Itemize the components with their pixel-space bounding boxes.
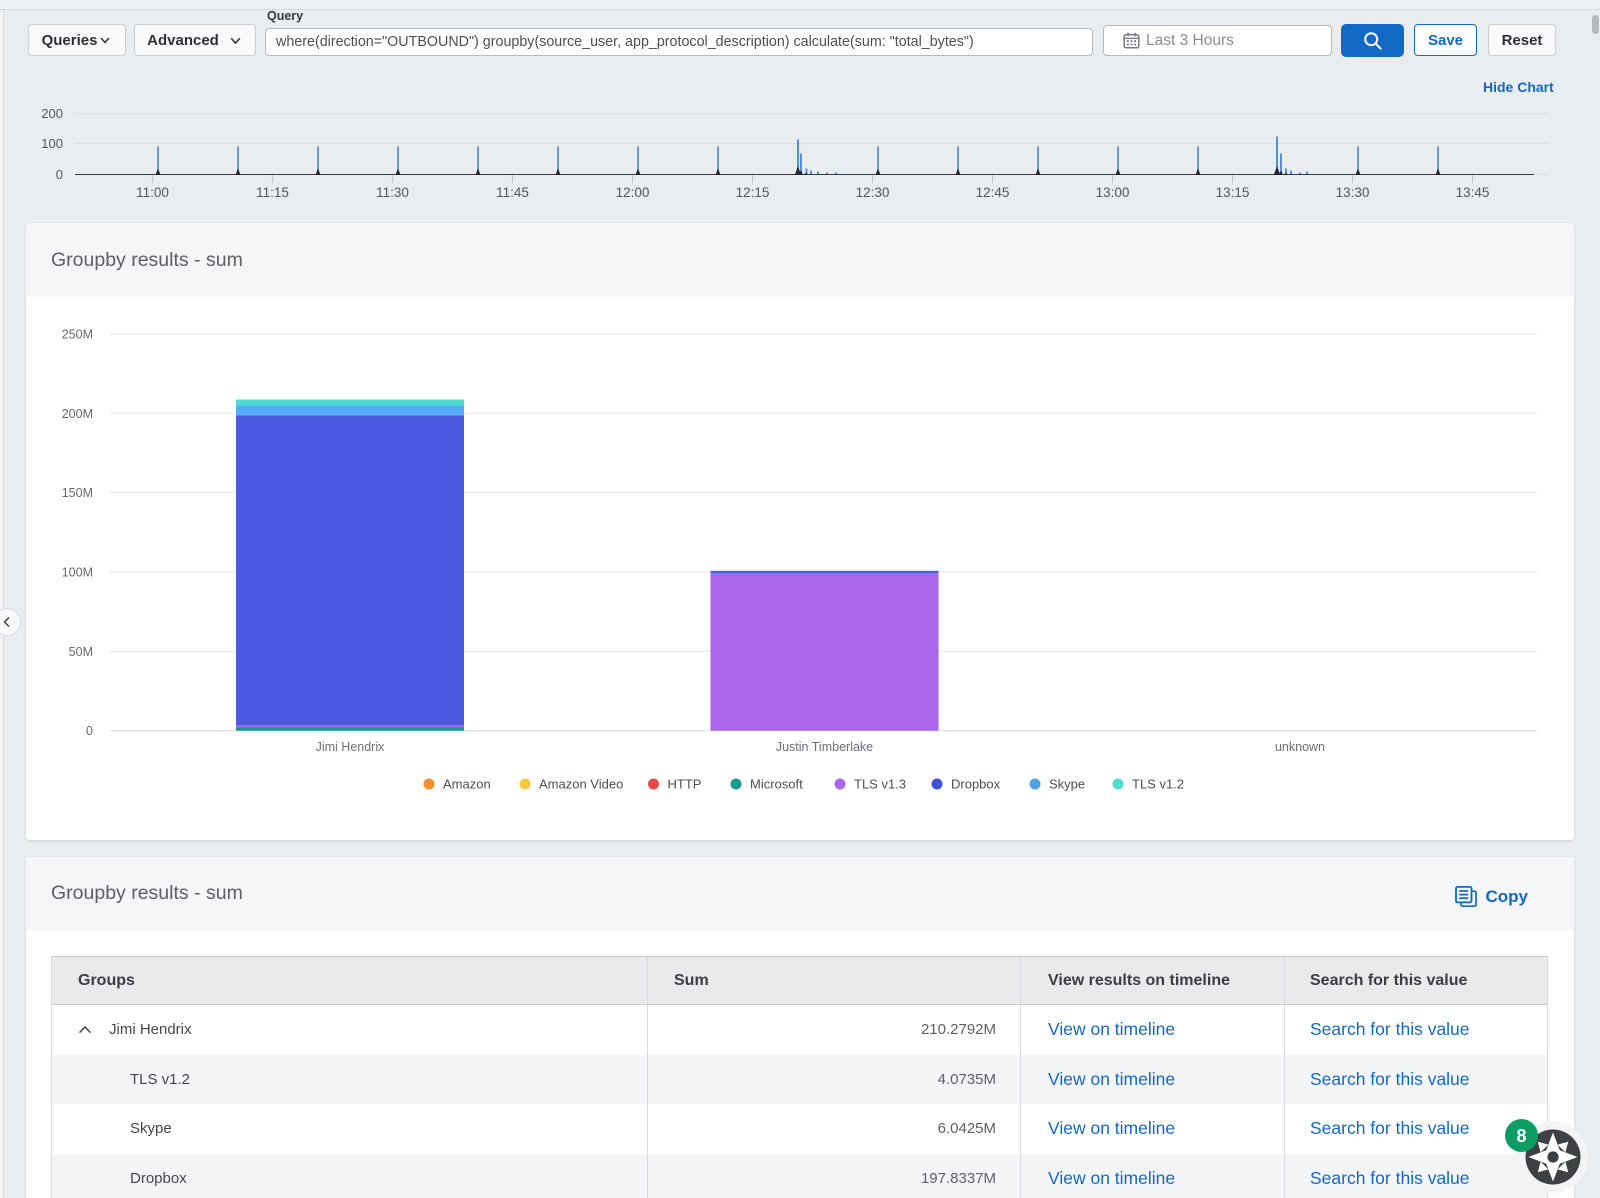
svg-text:13:30: 13:30 (1336, 185, 1370, 200)
svg-text:150M: 150M (62, 486, 93, 500)
svg-text:Microsoft: Microsoft (750, 777, 803, 792)
svg-text:100: 100 (41, 136, 63, 151)
svg-text:Justin Timberlake: Justin Timberlake (776, 740, 873, 754)
svg-text:8: 8 (1516, 1126, 1526, 1146)
svg-text:0: 0 (86, 724, 93, 738)
svg-text:TLS v1.3: TLS v1.3 (854, 777, 906, 792)
svg-text:250M: 250M (62, 328, 93, 342)
svg-text:0: 0 (56, 167, 63, 182)
svg-text:TLS v1.2: TLS v1.2 (1132, 777, 1184, 792)
svg-text:Dropbox: Dropbox (951, 777, 1001, 792)
svg-text:12:45: 12:45 (976, 185, 1010, 200)
svg-text:12:15: 12:15 (736, 185, 770, 200)
svg-text:Amazon: Amazon (443, 777, 491, 792)
svg-text:11:30: 11:30 (376, 185, 409, 200)
svg-text:Jimi Hendrix: Jimi Hendrix (316, 740, 386, 754)
svg-text:Amazon Video: Amazon Video (539, 777, 623, 792)
svg-text:13:45: 13:45 (1456, 185, 1490, 200)
svg-text:13:15: 13:15 (1216, 185, 1250, 200)
svg-text:12:00: 12:00 (616, 185, 650, 200)
svg-text:HTTP: HTTP (668, 777, 702, 792)
svg-text:11:15: 11:15 (256, 185, 289, 200)
svg-text:100M: 100M (62, 566, 93, 580)
svg-text:200M: 200M (62, 407, 93, 421)
svg-text:12:30: 12:30 (856, 185, 890, 200)
svg-text:unknown: unknown (1275, 740, 1325, 754)
svg-text:Skype: Skype (1049, 777, 1085, 792)
svg-text:11:00: 11:00 (136, 185, 169, 200)
svg-text:200: 200 (41, 106, 63, 121)
svg-text:11:45: 11:45 (496, 185, 529, 200)
svg-text:13:00: 13:00 (1096, 185, 1130, 200)
svg-text:50M: 50M (69, 645, 93, 659)
